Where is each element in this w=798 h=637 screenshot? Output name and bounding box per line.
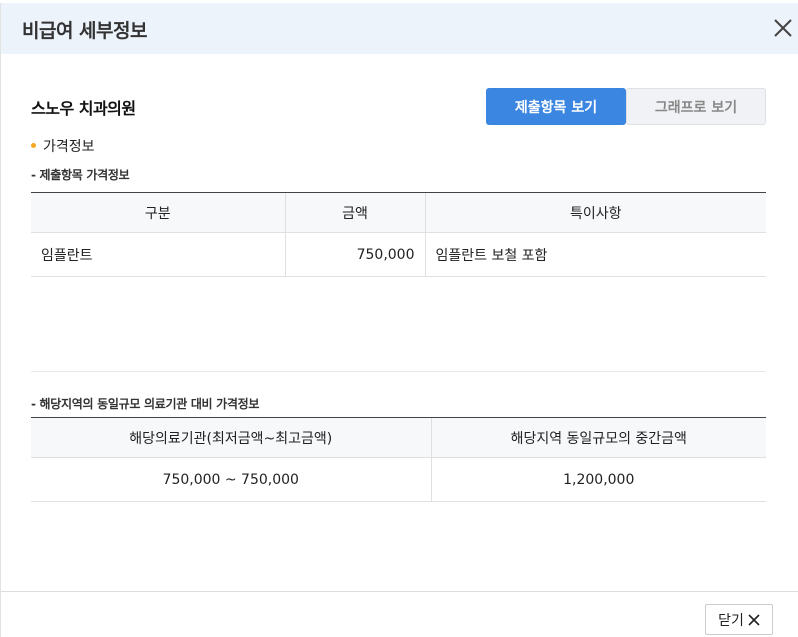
column-header: 구분 — [31, 192, 285, 233]
table-header-row: 구분 금액 특이사항 — [31, 192, 766, 233]
region-price-table: 해당의료기관(최저금액~최고금액) 해당지역 동일규모의 중간금액 750,00… — [31, 417, 766, 502]
detail-modal: 비급여 세부정보 스노우 치과의원 제출항목 보기 그래프로 보기 가격정보 -… — [0, 3, 798, 637]
column-header: 해당지역 동일규모의 중간금액 — [430, 417, 766, 458]
region-table-title: - 해당지역의 동일규모 의료기관 대비 가격정보 — [31, 397, 260, 411]
section-title-label: 가격정보 — [43, 139, 95, 155]
table-cell: 750,000 ~ 750,000 — [31, 457, 431, 502]
close-icon[interactable] — [771, 16, 795, 40]
table-row: 750,000 ~ 750,000 1,200,000 — [31, 457, 766, 502]
section-divider — [31, 371, 766, 372]
close-button[interactable]: 닫기 — [705, 604, 773, 635]
column-header: 해당의료기관(최저금액~최고금액) — [31, 417, 431, 458]
view-submitted-button[interactable]: 제출항목 보기 — [486, 88, 626, 125]
section-title: 가격정보 — [31, 136, 95, 156]
table-cell: 1,200,000 — [430, 457, 766, 502]
footer-divider — [1, 591, 798, 592]
submitted-price-table: 구분 금액 특이사항 임플란트 750,000 임플란트 보철 포함 — [31, 192, 766, 277]
column-header: 금액 — [284, 192, 425, 233]
close-icon — [748, 613, 760, 626]
modal-title: 비급여 세부정보 — [22, 20, 147, 42]
table-cell: 임플란트 — [31, 232, 285, 277]
table-header-row: 해당의료기관(최저금액~최고금액) 해당지역 동일규모의 중간금액 — [31, 417, 766, 458]
submitted-table-title: - 제출항목 가격정보 — [31, 168, 130, 182]
table-cell: 750,000 — [284, 232, 425, 277]
modal-header: 비급여 세부정보 — [1, 3, 798, 54]
column-header: 특이사항 — [424, 192, 766, 233]
dot-icon — [31, 142, 36, 148]
close-button-label: 닫기 — [718, 612, 744, 629]
view-graph-button[interactable]: 그래프로 보기 — [626, 88, 766, 125]
table-cell: 임플란트 보철 포함 — [424, 232, 766, 277]
clinic-name: 스노우 치과의원 — [31, 99, 136, 118]
table-row: 임플란트 750,000 임플란트 보철 포함 — [31, 232, 766, 277]
